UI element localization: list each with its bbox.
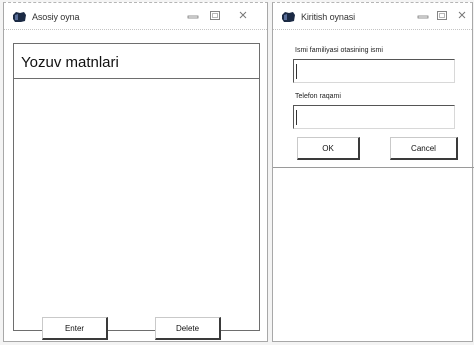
delete-button[interactable]: Delete (155, 317, 221, 340)
listbox-header: Yozuv matnlari (14, 44, 259, 79)
minimize-icon (187, 15, 199, 19)
name-field[interactable] (293, 59, 455, 83)
maximize-icon (210, 10, 220, 20)
phone-field[interactable] (293, 105, 455, 129)
enter-button[interactable]: Enter (42, 317, 108, 340)
main-window-title: Asosiy oyna (32, 12, 80, 22)
maximize-button[interactable] (206, 8, 224, 22)
input-form: Ismi familiyasi otasining ismi Telefon r… (273, 3, 474, 168)
close-button[interactable] (234, 8, 252, 22)
main-window-titlebar[interactable]: Asosiy oyna (4, 3, 267, 30)
main-window: Asosiy oyna Yozuv matnlari Enter Delete (3, 2, 268, 342)
cancel-button[interactable]: Cancel (390, 137, 458, 160)
name-label: Ismi familiyasi otasining ismi (295, 47, 383, 54)
text-caret (296, 110, 297, 125)
ok-button[interactable]: OK (297, 137, 360, 160)
input-window: Kiritish oynasi Ismi familiyasi otasinin… (272, 2, 474, 342)
main-window-body: Yozuv matnlari Enter Delete (4, 30, 267, 341)
close-icon (239, 11, 247, 19)
minimize-button[interactable] (184, 8, 202, 22)
entries-listbox[interactable]: Yozuv matnlari (13, 43, 260, 331)
app-icon (13, 12, 26, 22)
text-caret (296, 64, 297, 79)
phone-label: Telefon raqami (295, 93, 341, 100)
